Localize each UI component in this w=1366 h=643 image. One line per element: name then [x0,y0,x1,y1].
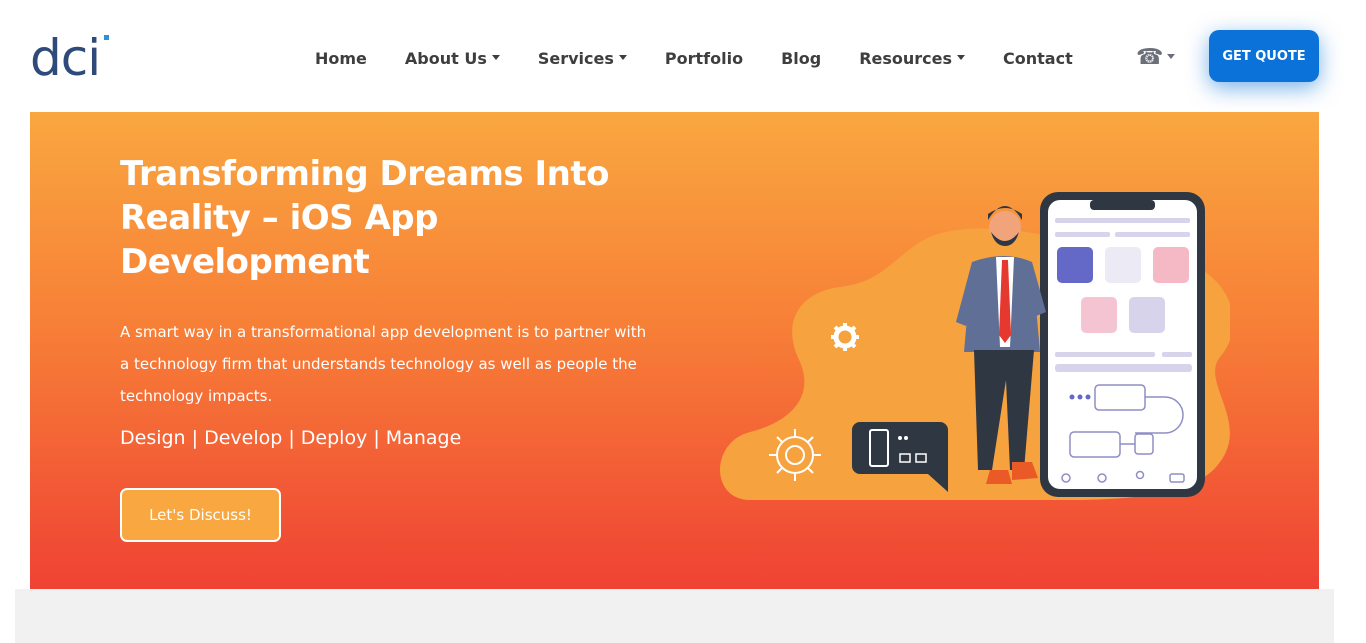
caret-down-icon [957,54,966,60]
hero-banner: Transforming Dreams Into Reality – iOS A… [30,112,1319,589]
svg-text:dci: dci [30,29,100,82]
lets-discuss-button[interactable]: Let's Discuss! [120,488,281,542]
nav-home-label: Home [315,48,367,68]
nav-portfolio[interactable]: Portfolio [665,49,743,68]
phone-icon: ☎ [1136,44,1164,69]
caret-down-icon [491,54,500,60]
nav-blog-label: Blog [781,48,822,68]
content-section-background [15,589,1334,643]
nav-resources-label: Resources [859,48,953,68]
nav-services-label: Services [537,48,614,68]
hero-title: Transforming Dreams Into Reality – iOS A… [120,154,609,282]
app-development-illustration [720,192,1230,500]
site-header: dci Home About Us Services Portfolio Blo… [0,0,1366,112]
hero-description: A smart way in a transformational app de… [120,323,647,405]
caret-down-icon [1167,53,1176,59]
nav-contact-label: Contact [1003,48,1073,68]
get-quote-button[interactable]: GET QUOTE [1209,30,1319,82]
nav-services[interactable]: Services [538,49,627,68]
nav-home[interactable]: Home [315,49,367,68]
smartphone-illustration [1040,192,1205,497]
nav-blog[interactable]: Blog [781,49,821,68]
nav-contact[interactable]: Contact [1003,49,1073,68]
nav-about-us-label: About Us [404,48,487,68]
nav-portfolio-label: Portfolio [664,48,744,68]
dci-logo[interactable]: dci [30,28,112,82]
nav-resources[interactable]: Resources [859,48,966,68]
hero-tagline: Design | Develop | Deploy | Manage [120,427,462,449]
caret-down-icon [618,54,627,60]
main-nav: Home About Us Services Portfolio Blog Re… [296,38,1092,78]
phone-dropdown[interactable]: ☎ [1136,44,1176,70]
nav-about-us[interactable]: About Us [405,49,500,68]
